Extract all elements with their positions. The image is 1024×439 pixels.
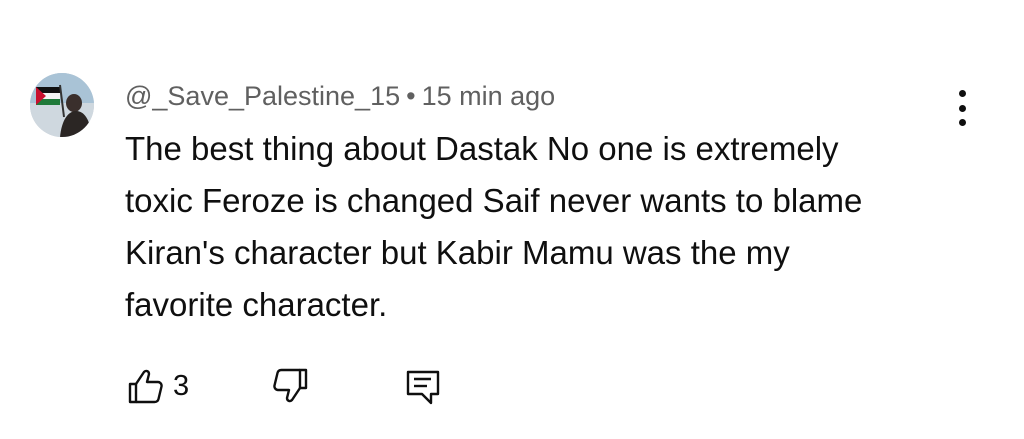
reply-button[interactable] (403, 364, 443, 408)
more-vert-icon-dot (958, 104, 966, 112)
dislike-button[interactable] (271, 364, 311, 408)
comment-meta: @_Save_Palestine_15 • 15 min ago (125, 78, 555, 114)
comment-timestamp: 15 min ago (421, 81, 556, 111)
thumbs-up-icon (128, 369, 163, 404)
comment-text-line: favorite character. (125, 286, 388, 323)
meta-separator: • (406, 81, 416, 111)
thumbs-down-icon (273, 368, 308, 403)
author-name[interactable]: @_Save_Palestine_15 (125, 81, 400, 111)
comment-card: @_Save_Palestine_15 • 15 min ago The best … (0, 0, 1024, 439)
more-options-button[interactable] (944, 86, 980, 130)
avatar[interactable] (30, 73, 94, 137)
avatar-flag-icon (30, 73, 94, 137)
comment-text-line: The best thing about Dastak No one is ex… (125, 130, 839, 167)
more-vert-icon-dot (958, 119, 966, 126)
like-count: 3 (173, 369, 190, 402)
like-button[interactable]: 3 (125, 364, 189, 408)
reply-comment-icon (406, 370, 440, 405)
more-vert-icon (958, 90, 966, 97)
comment-text-line: toxic Feroze is changed Saif never wants… (125, 182, 863, 219)
comment-text-line: Kiran's character but Kabir Mamu was the… (125, 234, 790, 271)
comment-text: The best thing about Dastak No one is ex… (125, 123, 945, 331)
